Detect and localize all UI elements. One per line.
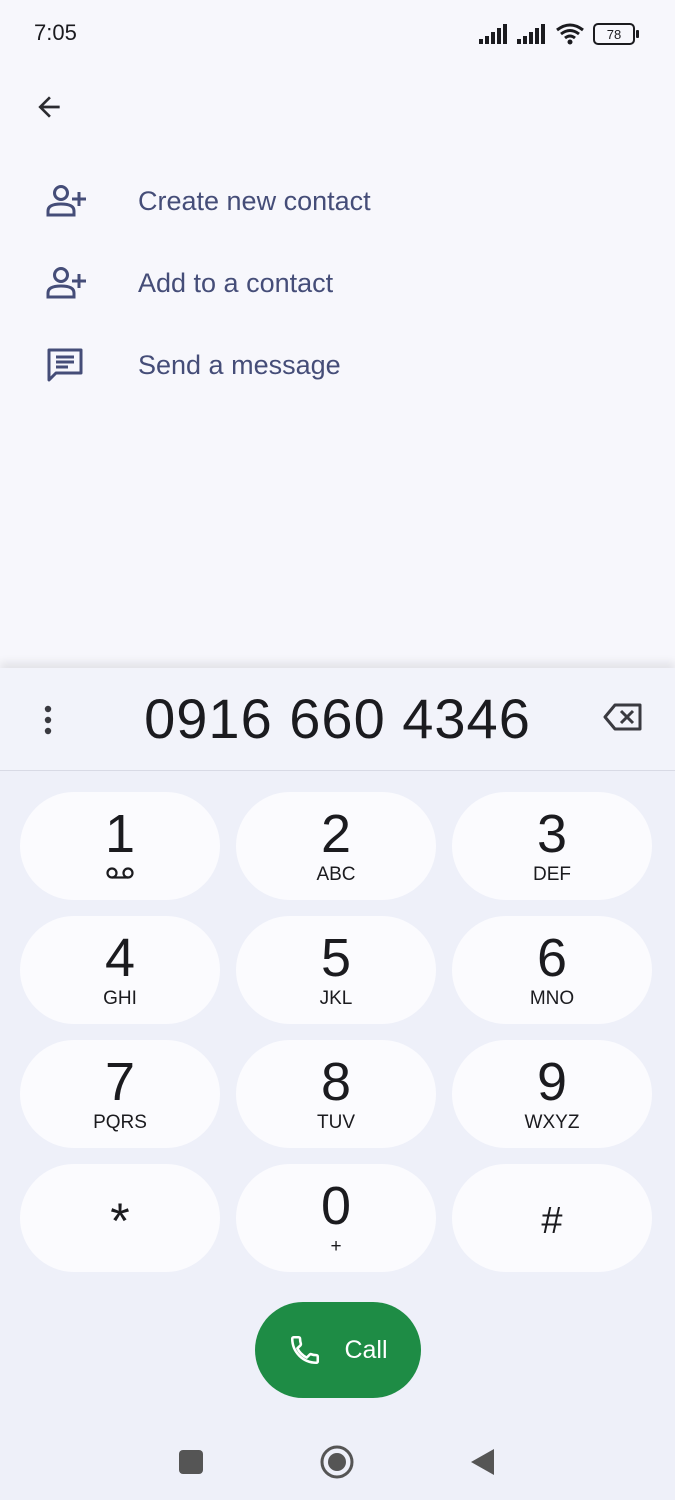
key-letters: TUV xyxy=(317,1112,355,1133)
add-person-icon xyxy=(46,266,104,300)
square-icon xyxy=(179,1450,203,1474)
key-9[interactable]: 9 WXYZ xyxy=(452,1040,652,1148)
key-5[interactable]: 5 JKL xyxy=(236,916,436,1024)
digits-row: 0916 660 4346 xyxy=(0,668,675,771)
menu-item-label: Add to a contact xyxy=(138,267,334,298)
key-number: 8 xyxy=(320,1052,352,1112)
status-time: 7:05 xyxy=(34,20,77,45)
key-letters: + xyxy=(330,1236,342,1257)
signal-icon xyxy=(517,24,545,44)
recents-button[interactable] xyxy=(169,1440,213,1484)
key-4[interactable]: 4 GHI xyxy=(20,916,220,1024)
key-number: 7 xyxy=(104,1052,136,1112)
battery-icon: 78 xyxy=(593,23,639,45)
key-number: 2 xyxy=(320,804,352,864)
key-number: 5 xyxy=(320,928,352,988)
key-number: * xyxy=(110,1193,130,1249)
circle-icon xyxy=(320,1445,354,1479)
key-letters: PQRS xyxy=(93,1112,147,1133)
dialer-panel: 0916 660 4346 1 2 ABC 3 DEF 4 GHI 5 JKL … xyxy=(0,668,675,1500)
create-new-contact-item[interactable]: Create new contact xyxy=(0,160,675,242)
status-icons: 78 xyxy=(479,21,639,47)
back-nav-button[interactable] xyxy=(460,1440,504,1484)
back-button[interactable] xyxy=(22,80,76,134)
key-number: 9 xyxy=(536,1052,568,1112)
key-letters: JKL xyxy=(319,988,353,1009)
add-to-contact-item[interactable]: Add to a contact xyxy=(0,242,675,324)
key-letters: MNO xyxy=(529,988,575,1009)
key-6[interactable]: 6 MNO xyxy=(452,916,652,1024)
key-hash[interactable]: # xyxy=(452,1164,652,1272)
key-2[interactable]: 2 ABC xyxy=(236,792,436,900)
key-number: 0 xyxy=(320,1176,352,1236)
key-7[interactable]: 7 PQRS xyxy=(20,1040,220,1148)
triangle-back-icon xyxy=(471,1449,494,1475)
key-letters: ABC xyxy=(316,864,356,885)
dialed-number[interactable]: 0916 660 4346 xyxy=(90,686,585,751)
call-button[interactable]: Call xyxy=(255,1302,421,1398)
wifi-icon xyxy=(556,23,584,45)
home-button[interactable] xyxy=(315,1440,359,1484)
key-number: 3 xyxy=(536,804,568,864)
key-letters: WXYZ xyxy=(524,1112,580,1133)
backspace-icon xyxy=(603,703,642,731)
message-icon xyxy=(46,347,104,383)
key-1[interactable]: 1 xyxy=(20,792,220,900)
call-label: Call xyxy=(344,1335,388,1364)
add-person-icon xyxy=(46,184,104,218)
signal-icon xyxy=(479,24,507,44)
more-options-button[interactable] xyxy=(30,698,66,742)
key-number: # xyxy=(541,1200,563,1242)
key-number: 4 xyxy=(104,928,136,988)
battery-level: 78 xyxy=(606,26,622,42)
key-star[interactable]: * xyxy=(20,1164,220,1272)
system-nav-bar xyxy=(0,1420,675,1500)
key-3[interactable]: 3 DEF xyxy=(452,792,652,900)
key-number: 1 xyxy=(104,804,136,864)
send-message-item[interactable]: Send a message xyxy=(0,324,675,406)
key-number: 6 xyxy=(536,928,568,988)
more-vert-icon xyxy=(44,705,52,735)
arrow-back-icon xyxy=(38,96,60,118)
voicemail-icon xyxy=(106,865,134,885)
menu-item-label: Create new contact xyxy=(138,185,371,216)
backspace-button[interactable] xyxy=(603,702,651,738)
key-letters: DEF xyxy=(533,864,571,885)
key-letters: GHI xyxy=(103,988,137,1009)
phone-icon xyxy=(291,1335,320,1365)
menu-item-label: Send a message xyxy=(138,349,341,380)
action-list: Create new contact Add to a contact Send… xyxy=(0,160,675,406)
key-0[interactable]: 0 + xyxy=(236,1164,436,1272)
status-bar: 7:05 78 xyxy=(0,0,675,66)
key-8[interactable]: 8 TUV xyxy=(236,1040,436,1148)
